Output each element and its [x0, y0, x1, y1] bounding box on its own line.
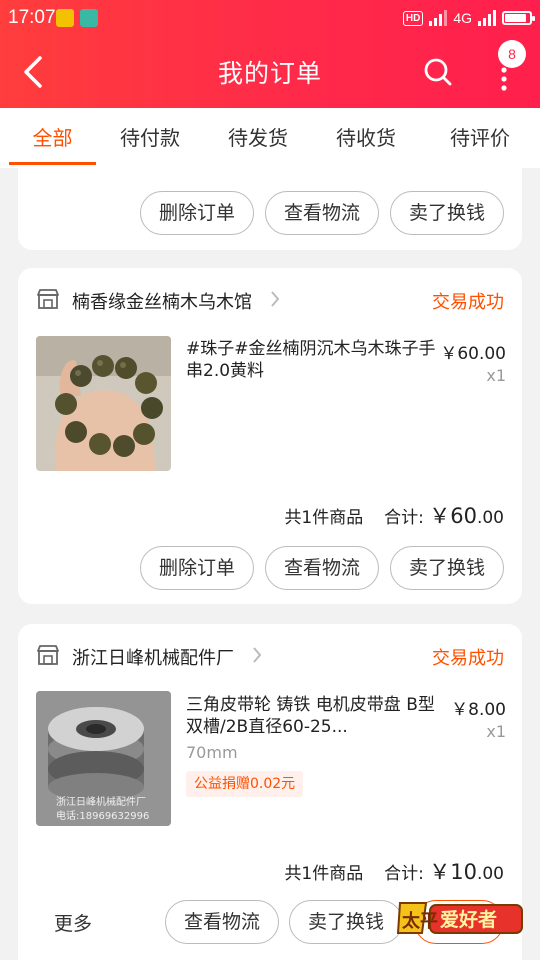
notification-scan-icon — [80, 9, 98, 27]
total-amount: ￥10 — [429, 860, 477, 884]
message-count-badge: 8 — [498, 40, 526, 68]
network-label: 4G — [453, 10, 472, 26]
signal-icon-2 — [478, 10, 496, 26]
product-price: ￥60.00 — [440, 344, 506, 364]
battery-icon — [502, 11, 535, 25]
product-quantity: x1 — [486, 722, 506, 741]
total-amount: ￥60 — [429, 504, 477, 528]
page-title: 我的订单 — [217, 59, 322, 88]
app-header: 17:07 HD 4G 我的订单 8 — [0, 0, 540, 108]
search-icon — [424, 58, 452, 86]
total-label: 合计: — [384, 864, 424, 884]
total-amount-decimal: .00 — [476, 508, 504, 528]
view-logistics-button[interactable]: 查看物流 — [265, 546, 379, 590]
active-tab-underline — [9, 162, 96, 165]
shop-name[interactable]: 楠香缘金丝楠木乌木馆 — [72, 288, 252, 314]
store-icon — [37, 645, 59, 665]
product-image[interactable] — [36, 336, 171, 471]
chevron-right-icon — [271, 291, 280, 307]
delete-order-button[interactable]: 删除订单 — [140, 191, 254, 235]
charity-donation-badge: 公益捐赠0.02元 — [186, 771, 304, 797]
order-status: 交易成功 — [432, 648, 504, 669]
product-title[interactable]: #珠子#金丝楠阴沉木乌木珠子手串2.0黄料 — [186, 338, 436, 382]
product-image[interactable]: 浙江日峰机械配件厂 电话:18969632996 — [36, 691, 171, 826]
store-icon — [37, 289, 59, 309]
product-quantity: x1 — [486, 366, 506, 385]
watermark-text-b: 爱好者 — [440, 908, 497, 931]
status-bar: 17:07 HD 4G — [0, 0, 540, 36]
tab-pending-shipment[interactable]: 待发货 — [216, 108, 300, 168]
view-logistics-button[interactable]: 查看物流 — [265, 191, 379, 235]
image-caption: 浙江日峰机械配件厂 — [56, 797, 146, 808]
tab-pending-payment[interactable]: 待付款 — [108, 108, 192, 168]
chevron-right-icon — [253, 647, 262, 663]
total-amount-decimal: .00 — [476, 864, 504, 884]
product-spec: 70mm — [186, 743, 238, 762]
more-actions-link[interactable]: 更多 — [54, 909, 92, 936]
item-count: 共1件商品 — [284, 864, 364, 884]
notification-app-icon — [56, 9, 74, 27]
signal-icon — [429, 10, 448, 26]
product-title[interactable]: 三角皮带轮 铸铁 电机皮带盘 B型双槽/2B直径60-25... — [186, 694, 436, 738]
hd-badge: HD — [402, 10, 424, 26]
sell-for-cash-button[interactable]: 卖了换钱 — [390, 546, 504, 590]
status-right: HD 4G — [402, 8, 535, 28]
delete-order-button[interactable]: 删除订单 — [140, 546, 254, 590]
product-price: ￥8.00 — [451, 700, 506, 720]
image-phone: 电话:18969632996 — [56, 811, 150, 822]
sell-for-cash-button[interactable]: 卖了换钱 — [390, 191, 504, 235]
navbar: 我的订单 — [0, 36, 540, 108]
view-logistics-button[interactable]: 查看物流 — [165, 900, 279, 944]
order-status: 交易成功 — [432, 292, 504, 313]
order-summary: 共1件商品 合计: ￥60.00 — [284, 500, 504, 530]
order-summary: 共1件商品 合计: ￥10.00 — [284, 856, 504, 886]
status-time: 17:07 — [8, 7, 56, 28]
order-tabs: 全部 待付款 待发货 待收货 待评价 — [0, 108, 540, 168]
total-label: 合计: — [384, 508, 424, 528]
site-watermark-logo: 太平 爱好者 — [396, 893, 526, 941]
shop-name[interactable]: 浙江日峰机械配件厂 — [72, 644, 234, 670]
item-count: 共1件商品 — [284, 508, 364, 528]
sell-for-cash-button[interactable]: 卖了换钱 — [289, 900, 403, 944]
watermark-text-a: 太平 — [402, 910, 438, 932]
tab-pending-receipt[interactable]: 待收货 — [324, 108, 408, 168]
tab-all[interactable]: 全部 — [9, 108, 96, 168]
order-card-previous: 删除订单 查看物流 卖了换钱 — [18, 166, 522, 250]
search-button[interactable] — [422, 56, 454, 88]
order-card-1: 楠香缘金丝楠木乌木馆 交易成功 #珠子#金丝楠阴沉木乌木珠子手串2.0黄料 ￥6… — [18, 268, 522, 604]
tab-pending-review[interactable]: 待评价 — [432, 108, 528, 168]
